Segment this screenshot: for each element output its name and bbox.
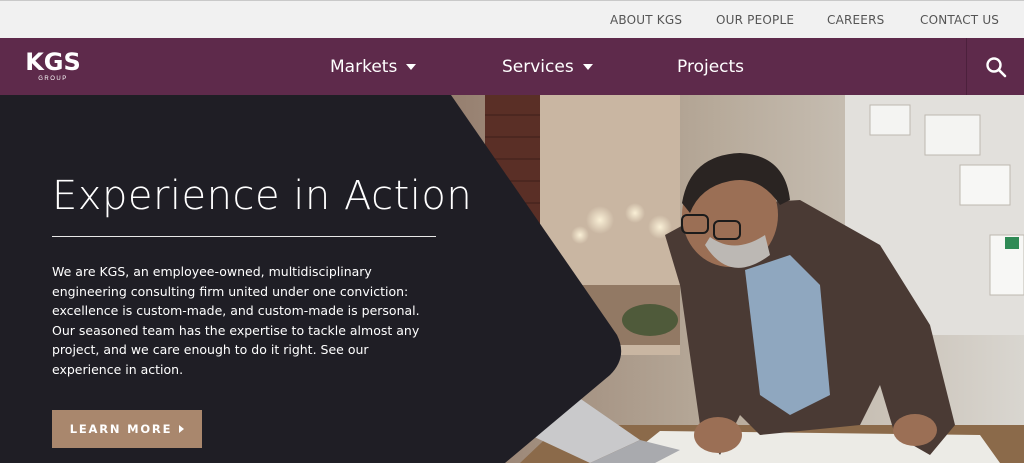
nav-projects[interactable]: Projects	[677, 57, 744, 77]
utility-nav: ABOUT KGS OUR PEOPLE CAREERS CONTACT US	[0, 0, 1024, 38]
chevron-down-icon	[582, 64, 593, 70]
play-arrow-icon	[179, 425, 185, 433]
logo-subtitle: GROUP	[38, 76, 68, 82]
utility-link-careers[interactable]: CAREERS	[827, 13, 884, 27]
main-nav: KGS GROUP Markets Services Projects	[0, 38, 1024, 95]
hero-divider	[52, 236, 436, 237]
chevron-down-icon	[406, 64, 417, 70]
search-button[interactable]	[966, 38, 1024, 95]
learn-more-label: LEARN MORE	[69, 422, 173, 436]
nav-markets-label: Markets	[330, 57, 398, 77]
logo-mark: KGS	[25, 48, 81, 76]
hero-title: Experience in Action	[52, 173, 473, 219]
hero-description: We are KGS, an employee-owned, multidisc…	[52, 264, 420, 377]
utility-link-contact[interactable]: CONTACT US	[920, 13, 999, 27]
hero: Experience in Action We are KGS, an empl…	[0, 95, 1024, 463]
learn-more-button[interactable]: LEARN MORE	[52, 410, 202, 448]
utility-link-people[interactable]: OUR PEOPLE	[716, 13, 794, 27]
nav-services[interactable]: Services	[502, 57, 593, 77]
nav-markets[interactable]: Markets	[330, 57, 417, 77]
nav-services-label: Services	[502, 57, 574, 77]
search-icon	[985, 56, 1006, 77]
utility-link-about[interactable]: ABOUT KGS	[610, 13, 682, 27]
nav-projects-label: Projects	[677, 57, 745, 77]
kgs-logo[interactable]: KGS GROUP	[18, 50, 88, 84]
